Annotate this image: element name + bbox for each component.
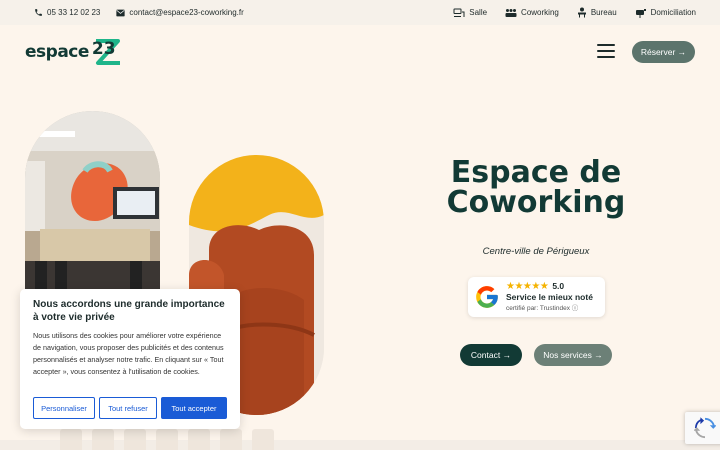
phone-link[interactable]: 05 33 12 02 23 (34, 8, 100, 17)
phone-icon (35, 9, 42, 16)
logo-mark: 23 (90, 37, 124, 67)
services-button[interactable]: Nos services → (534, 344, 612, 366)
people-icon (505, 8, 517, 17)
cookie-title: Nous accordons une grande importance à v… (33, 299, 225, 323)
email-address: contact@espace23-coworking.fr (129, 8, 244, 17)
main-header: espace 23 Réserver → (0, 25, 720, 80)
rating-label: Service le mieux noté (506, 291, 593, 302)
mailbox-icon (635, 8, 646, 18)
hero-subtitle: Centre-ville de Périgueux (482, 246, 590, 257)
rating-score: 5.0 (552, 280, 565, 291)
google-rating-badge[interactable]: ★★★★★ 5.0 Service le mieux noté certifié … (468, 277, 605, 317)
nav-coworking-label: Coworking (521, 8, 559, 17)
logo-word: espace (25, 42, 89, 62)
room-icon (453, 8, 465, 17)
cookie-consent-dialog: Nous accordons une grande importance à v… (20, 289, 240, 429)
google-logo-icon (476, 286, 498, 308)
nav-domiciliation-label: Domiciliation (650, 8, 696, 17)
nav-bureau-label: Bureau (590, 8, 617, 17)
meeting-room-photo (25, 111, 160, 301)
logo-number: 23 (91, 39, 116, 59)
office-icon (577, 7, 586, 18)
rating-stars: ★★★★★ (506, 280, 549, 292)
hero-title-line1: Espace de (450, 155, 622, 190)
hero-title-line2: Coworking (446, 185, 626, 220)
logo[interactable]: espace 23 (25, 37, 124, 67)
email-link[interactable]: contact@espace23-coworking.fr (116, 8, 244, 17)
recaptcha-badge[interactable] (685, 412, 720, 444)
menu-hamburger-icon[interactable] (597, 44, 615, 58)
cookie-accept-button[interactable]: Tout accepter (161, 397, 227, 419)
cookie-customize-button[interactable]: Personnaliser (33, 397, 95, 419)
cookie-reject-button[interactable]: Tout refuser (99, 397, 157, 419)
contact-button[interactable]: Contact → (460, 344, 522, 366)
rating-certified: certifié par: Trustindex ⓘ (506, 304, 579, 312)
phone-number: 05 33 12 02 23 (47, 8, 101, 17)
recaptcha-icon (694, 417, 716, 439)
decorative-pillars (60, 429, 300, 450)
nav-bureau[interactable]: Bureau (577, 7, 617, 18)
cookie-body: Nous utilisons des cookies pour améliore… (33, 331, 224, 376)
hero-title: Espace de Coworking (430, 158, 642, 218)
nav-salle-label: Salle (469, 8, 488, 17)
envelope-icon (116, 9, 126, 16)
reserve-button[interactable]: Réserver → (632, 41, 695, 63)
nav-salle[interactable]: Salle (453, 8, 487, 18)
top-bar: 05 33 12 02 23 contact@espace23-coworkin… (0, 0, 720, 25)
nav-coworking[interactable]: Coworking (505, 8, 559, 18)
nav-domiciliation[interactable]: Domiciliation (635, 8, 696, 18)
